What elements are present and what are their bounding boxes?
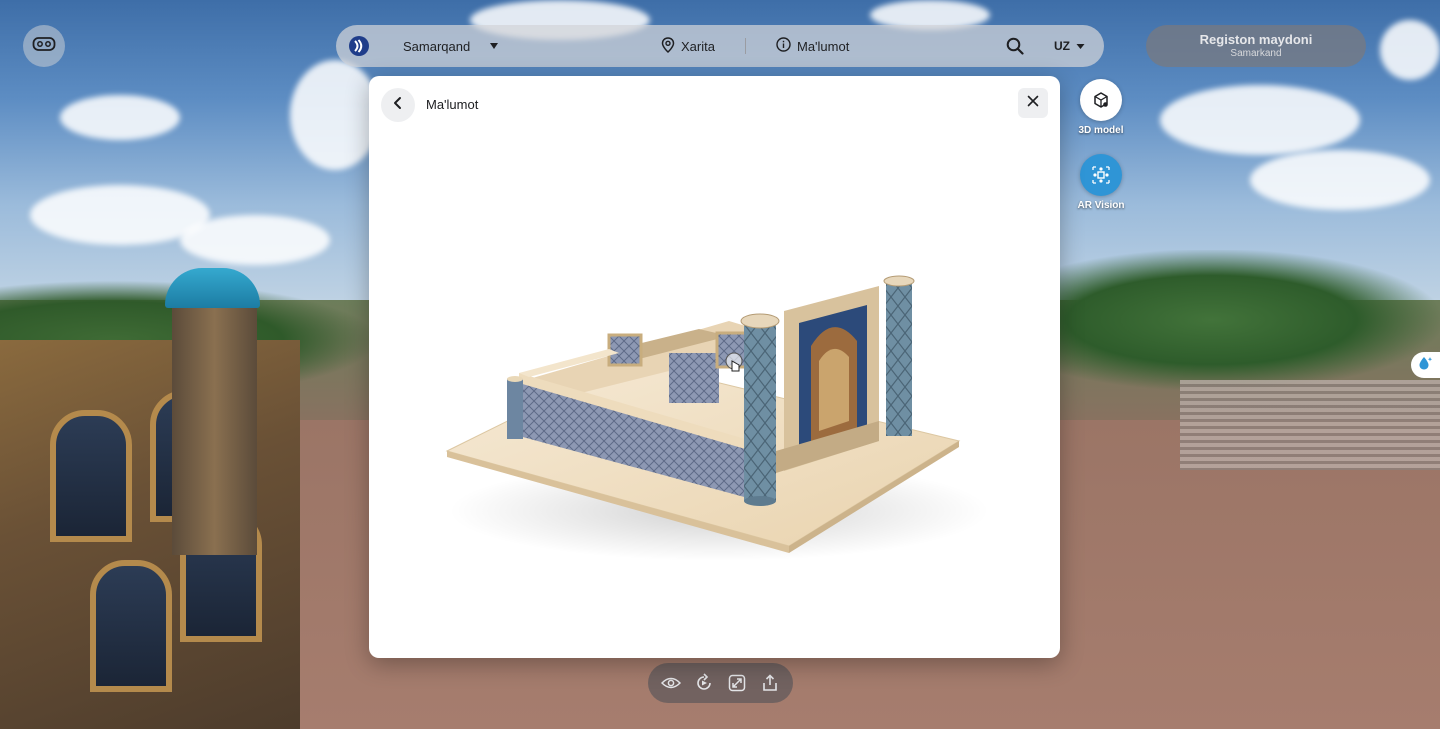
cloud bbox=[1380, 20, 1440, 80]
cloud bbox=[1160, 85, 1360, 155]
ar-vision-button[interactable]: AR Vision bbox=[1072, 154, 1130, 211]
eye-icon[interactable] bbox=[657, 669, 685, 697]
trees bbox=[1060, 250, 1440, 390]
search-icon[interactable] bbox=[1006, 25, 1024, 67]
fullscreen-icon[interactable] bbox=[723, 669, 751, 697]
info-modal: Ma'lumot bbox=[369, 76, 1060, 658]
plaza-steps bbox=[1180, 380, 1440, 470]
cloud bbox=[180, 215, 330, 265]
3d-model-button[interactable]: 3D model bbox=[1072, 79, 1130, 136]
droplet-hint-icon bbox=[1417, 355, 1433, 376]
ar-vision-icon bbox=[1080, 154, 1122, 196]
info-label: Ma'lumot bbox=[797, 38, 850, 54]
close-button[interactable] bbox=[1018, 88, 1048, 118]
ar-vision-label: AR Vision bbox=[1077, 200, 1125, 211]
hint-tab[interactable] bbox=[1411, 352, 1440, 378]
city-selector[interactable]: Samarqand bbox=[403, 25, 470, 67]
location-title-button[interactable]: Registon maydoni Samarkand bbox=[1146, 25, 1366, 67]
madrasa-arch bbox=[90, 560, 172, 692]
3d-model-label: 3D model bbox=[1078, 125, 1124, 136]
back-button[interactable] bbox=[381, 88, 415, 122]
vr-headset-icon bbox=[32, 36, 56, 57]
city-label: Samarqand bbox=[403, 38, 471, 54]
cloud bbox=[60, 95, 180, 140]
map-link[interactable]: Xarita bbox=[661, 25, 715, 67]
caret-down-icon[interactable] bbox=[489, 25, 499, 67]
cloud bbox=[290, 60, 380, 170]
brand-logo-icon[interactable] bbox=[348, 25, 370, 67]
language-label: UZ bbox=[1054, 39, 1070, 53]
info-link[interactable]: Ma'lumot bbox=[776, 25, 849, 67]
place-title: Registon maydoni bbox=[1199, 32, 1313, 47]
map-label: Xarita bbox=[681, 38, 715, 54]
3d-model-viewer[interactable] bbox=[429, 261, 999, 561]
rotate-icon[interactable] bbox=[690, 669, 718, 697]
top-navigation-bar: Samarqand Xarita Ma'lumot UZ bbox=[336, 25, 1104, 67]
language-selector[interactable]: UZ bbox=[1054, 25, 1085, 67]
cube-icon bbox=[1080, 79, 1122, 121]
bottom-toolbar bbox=[648, 663, 793, 703]
modal-title: Ma'lumot bbox=[426, 97, 479, 112]
map-pin-icon bbox=[661, 36, 675, 56]
info-icon bbox=[776, 37, 791, 55]
share-icon[interactable] bbox=[756, 669, 784, 697]
divider bbox=[745, 38, 746, 54]
minaret bbox=[172, 305, 257, 555]
close-icon bbox=[1027, 94, 1039, 112]
place-subtitle: Samarkand bbox=[1230, 48, 1282, 59]
cloud bbox=[1250, 150, 1430, 210]
madrasa-3d-model bbox=[445, 275, 989, 561]
chevron-left-icon bbox=[392, 96, 404, 115]
madrasa-arch bbox=[50, 410, 132, 542]
vr-mode-button[interactable] bbox=[23, 25, 65, 67]
caret-down-icon bbox=[1076, 39, 1085, 53]
